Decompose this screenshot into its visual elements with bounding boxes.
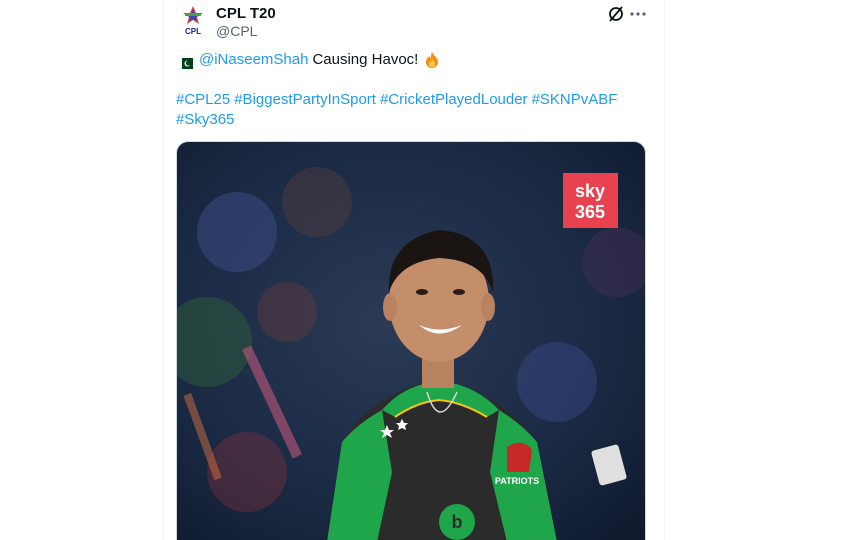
grok-icon[interactable]	[606, 4, 626, 24]
hashtag-block: #CPL25 #BiggestPartyInSport #CricketPlayed…	[176, 90, 646, 130]
hashtag-link[interactable]: #Sky365	[176, 111, 234, 128]
hashtag-row-2: #Sky365	[176, 110, 646, 130]
hashtag-link[interactable]: #BiggestPartyInSport	[234, 91, 376, 108]
timeline-border-left	[163, 0, 164, 540]
badge-line2: 365	[575, 202, 605, 222]
hashtag-link[interactable]: #CPL25	[176, 91, 230, 108]
tweet-text: @iNaseemShah Causing Havoc!	[178, 50, 441, 70]
cpl-logo-icon[interactable]: CPL	[176, 3, 210, 37]
badge-line1: sky	[575, 181, 605, 201]
hashtag-link[interactable]: #SKNPvABF	[532, 91, 618, 108]
timeline-border-right	[664, 0, 665, 540]
more-options-icon[interactable]	[628, 4, 648, 24]
avatar-text: CPL	[185, 27, 201, 36]
sky365-badge: sky 365	[563, 173, 618, 228]
svg-text:b: b	[452, 512, 463, 532]
jersey-team-label: PATRIOTS	[495, 476, 539, 486]
hashtag-row-1: #CPL25 #BiggestPartyInSport #CricketPlayed…	[176, 90, 646, 110]
author-handle[interactable]: @CPL	[216, 23, 257, 39]
mention-link[interactable]: @iNaseemShah	[199, 50, 308, 70]
pakistan-flag-icon	[178, 55, 193, 69]
author-name[interactable]: CPL T20	[216, 5, 276, 22]
tweet-media-image[interactable]: sky 365 PATRIOTS b	[176, 141, 646, 540]
tweet-body: Causing Havoc!	[312, 51, 419, 68]
fire-icon	[423, 51, 441, 69]
hashtag-link[interactable]: #CricketPlayedLouder	[380, 91, 528, 108]
